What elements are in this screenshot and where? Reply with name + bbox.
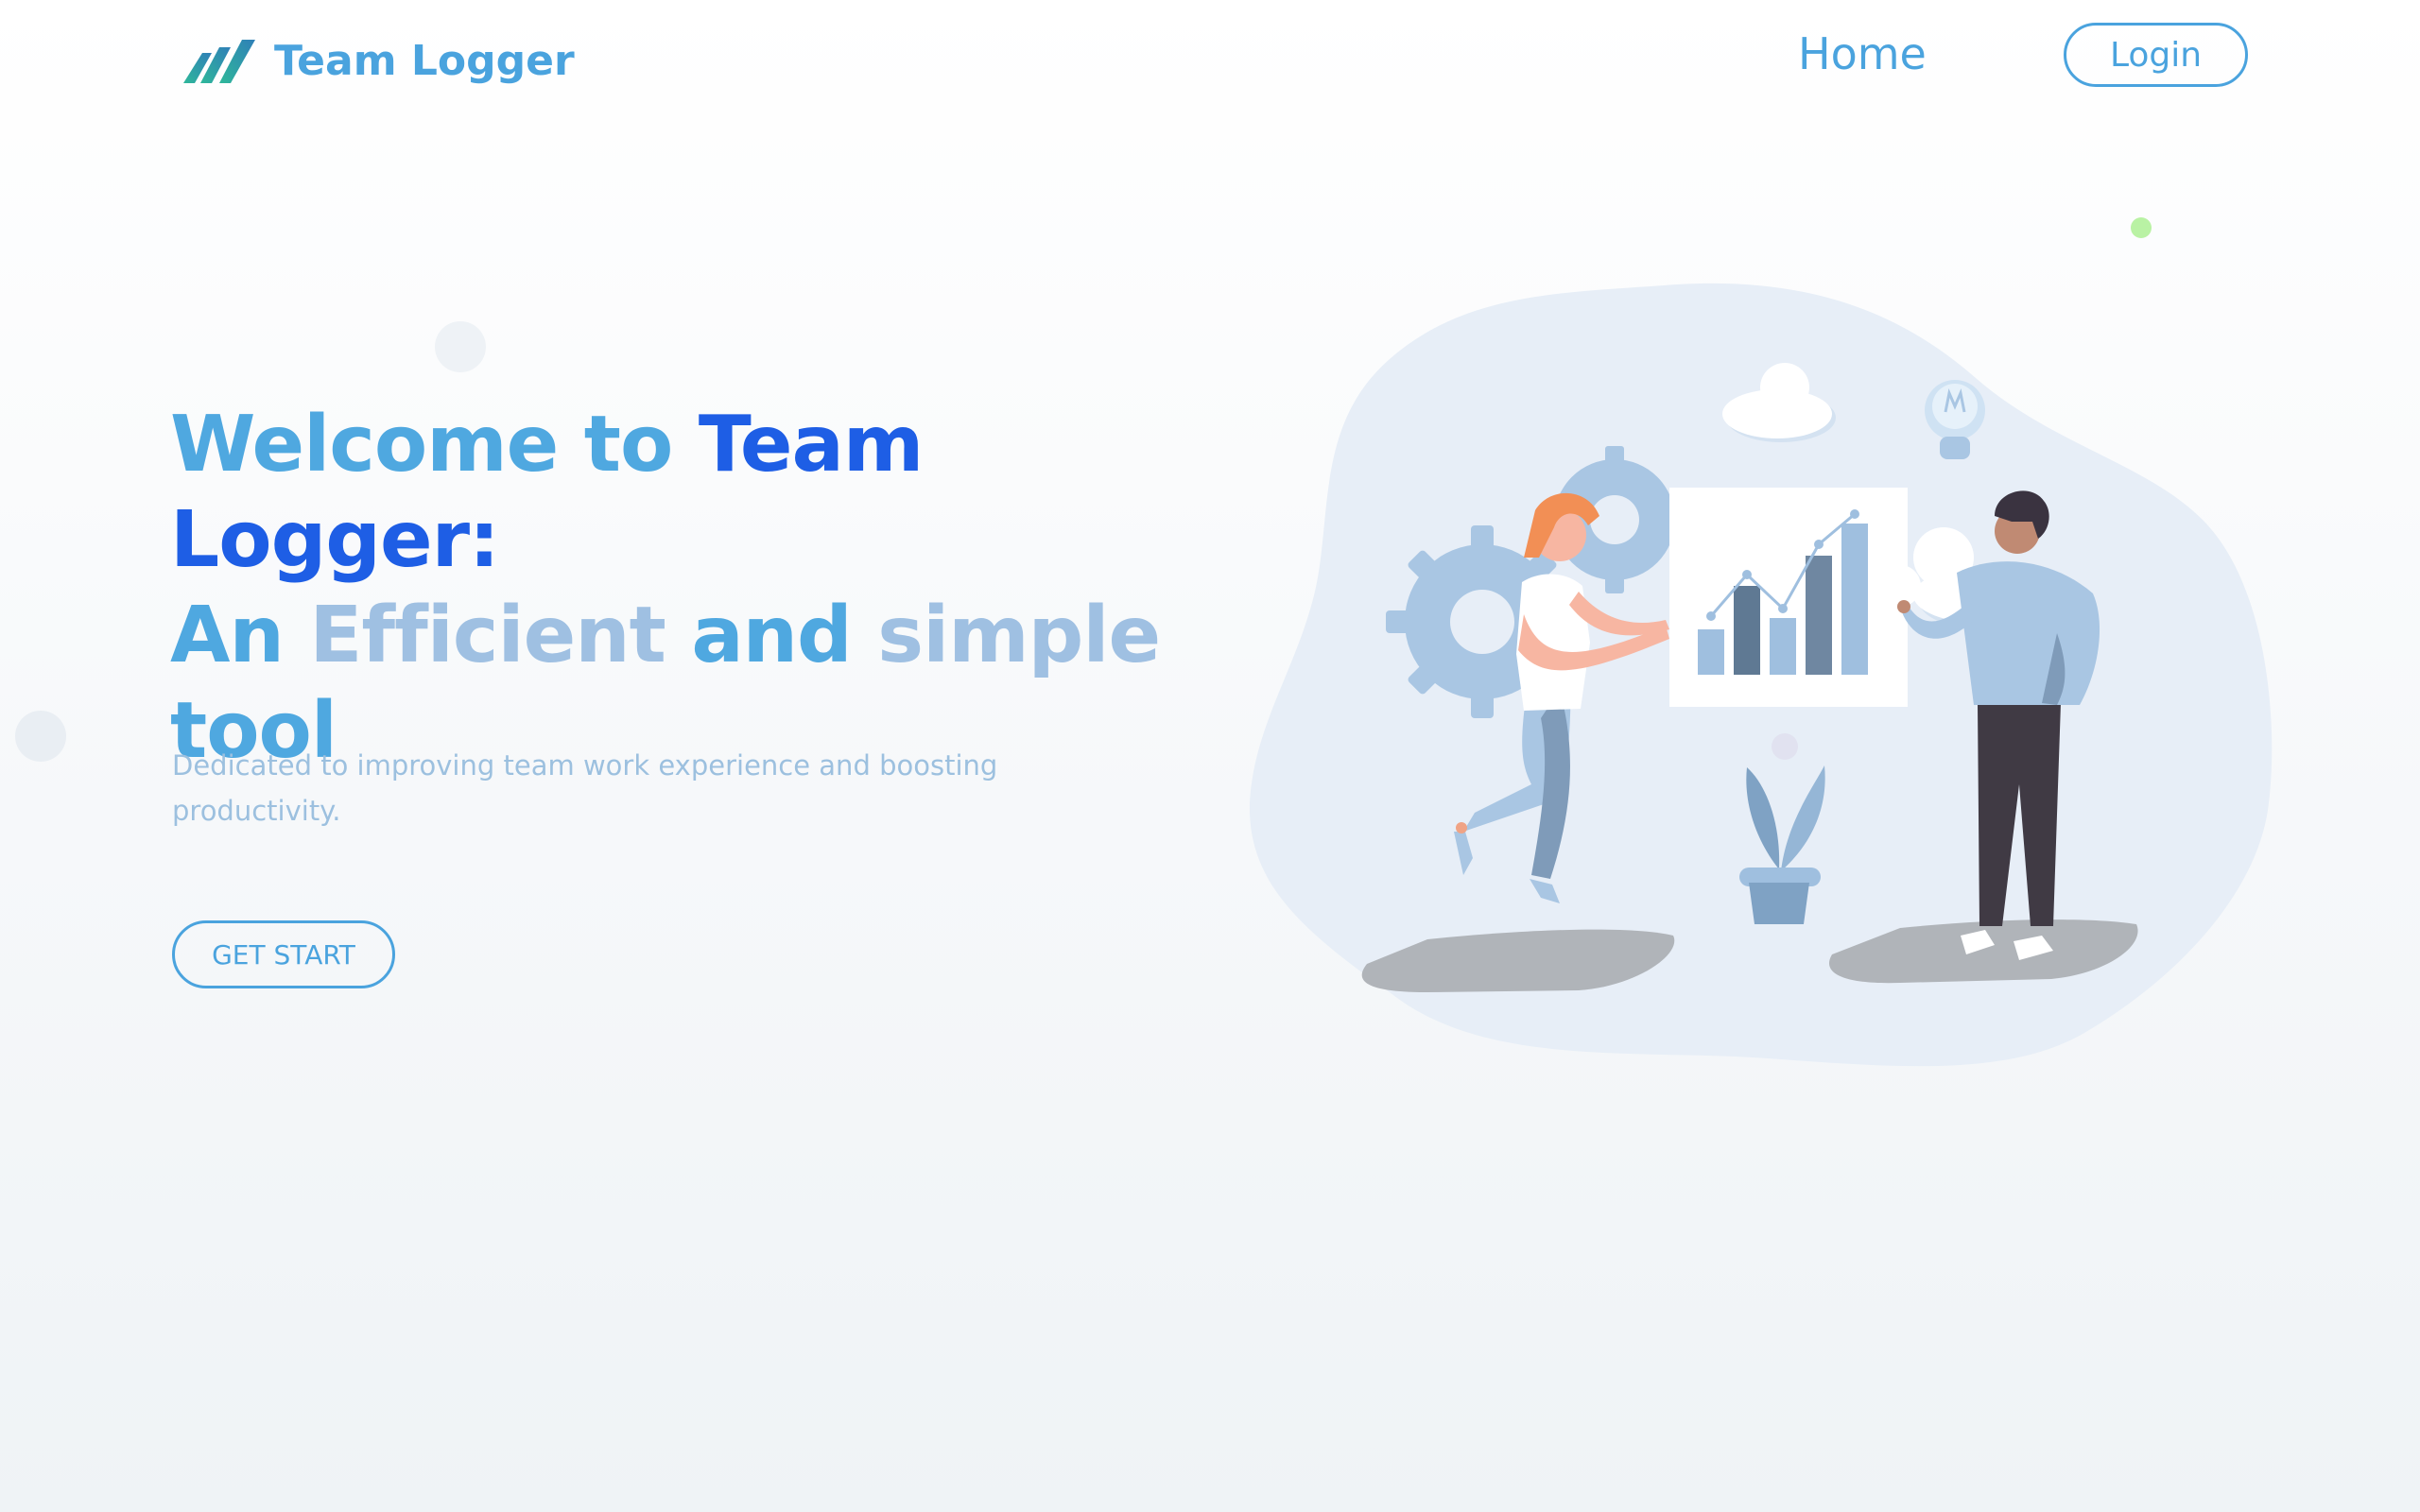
decorative-dot: [2131, 217, 2152, 238]
brand-name: Team Logger: [274, 36, 575, 85]
team-presentation-illustration: [1249, 283, 2273, 1067]
bar-chart-board: [1669, 488, 1908, 707]
title-part: simple: [877, 591, 1161, 680]
title-part: Welcome to: [170, 400, 699, 490]
login-button[interactable]: Login: [2064, 23, 2248, 87]
title-part: and: [665, 591, 878, 680]
get-start-button[interactable]: GET START: [172, 920, 395, 988]
title-part: An: [170, 591, 310, 680]
stripes-logo-icon: [183, 40, 255, 83]
hero-subtitle: Dedicated to improving team work experie…: [172, 749, 998, 827]
title-part: Efficient: [309, 591, 666, 680]
hero-title: Welcome to Team Logger: An Efficient and …: [170, 397, 1248, 779]
decorative-dot: [15, 711, 66, 762]
brand-logo[interactable]: Team Logger: [183, 34, 575, 87]
decorative-dot: [435, 321, 486, 372]
nav-home-link[interactable]: Home: [1798, 28, 1927, 79]
